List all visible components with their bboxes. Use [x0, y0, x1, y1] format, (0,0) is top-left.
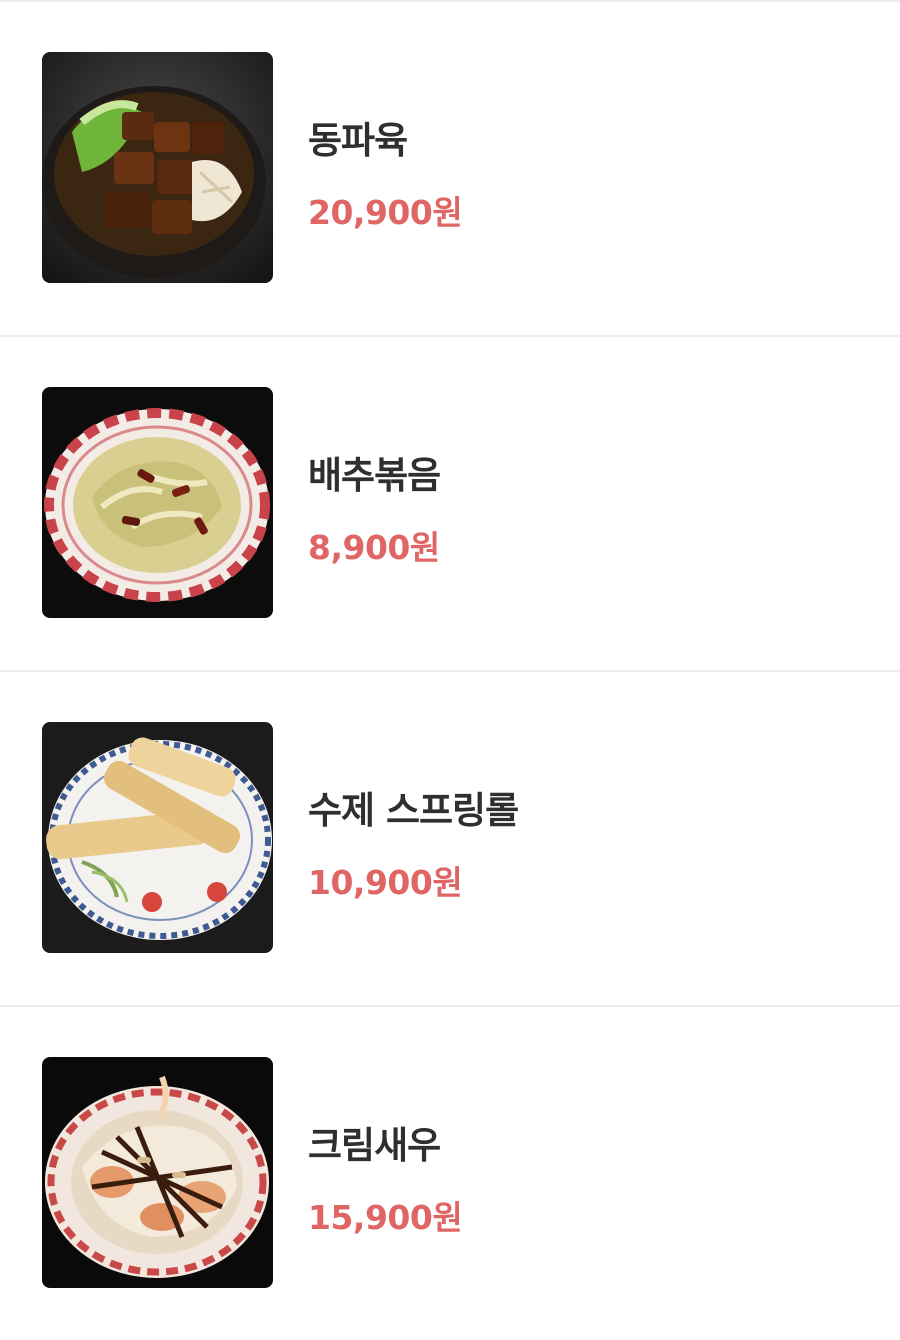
- item-name: 배추볶음: [308, 454, 441, 497]
- braised-pork-dish-photo: [42, 52, 273, 283]
- menu-list: 동파육 20,900원 배추볶음 8,900원 수제 스프링롤 10,900원 …: [0, 0, 900, 1340]
- menu-item[interactable]: 배추볶음 8,900원: [0, 337, 900, 670]
- item-price: 15,900원: [308, 1198, 463, 1237]
- cream-shrimp-photo: [42, 1057, 273, 1288]
- item-name: 동파육: [308, 119, 408, 162]
- item-price: 8,900원: [308, 528, 440, 567]
- menu-item[interactable]: 수제 스프링롤 10,900원: [0, 672, 900, 1005]
- item-price: 10,900원: [308, 863, 463, 902]
- item-name: 크림새우: [308, 1124, 441, 1167]
- stir-fried-cabbage-photo: [42, 387, 273, 618]
- menu-item[interactable]: 크림새우 15,900원: [0, 1007, 900, 1340]
- item-name: 수제 스프링롤: [308, 789, 519, 832]
- item-price: 20,900원: [308, 193, 463, 232]
- spring-roll-photo: [42, 722, 273, 953]
- menu-item[interactable]: 동파육 20,900원: [0, 2, 900, 335]
